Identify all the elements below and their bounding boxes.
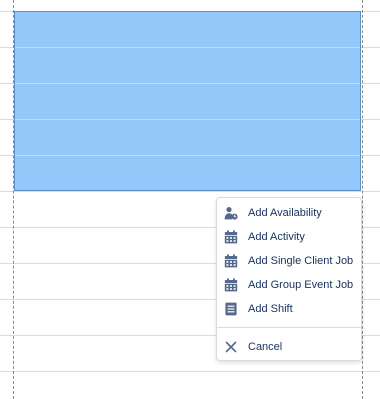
add-activity-menu-item[interactable]: Add Activity [217,226,361,249]
user-clock-icon [224,206,238,220]
cancel-menu-item[interactable]: Cancel [217,336,361,359]
selection-slot-line [15,47,360,48]
calendar-icon [224,230,238,244]
note-icon [224,302,238,316]
time-selection[interactable] [14,11,361,191]
selection-slot-line [15,119,360,120]
menu-item-label: Add Availability [248,207,322,219]
context-menu: Add Availability Add Activity Add Single… [216,197,362,361]
menu-item-label: Add Activity [248,231,305,243]
add-availability-menu-item[interactable]: Add Availability [217,202,361,225]
calendar-icon [224,278,238,292]
menu-item-label: Add Group Event Job [248,279,354,291]
grid-line [0,371,380,372]
selection-slot-line [15,83,360,84]
selection-slot-line [15,155,360,156]
menu-divider [217,327,361,328]
add-single-client-job-menu-item[interactable]: Add Single Client Job [217,250,361,273]
column-boundary [362,0,363,399]
menu-item-label: Add Shift [248,303,293,315]
calendar-icon [224,254,238,268]
grid-line [0,191,380,192]
add-group-event-job-menu-item[interactable]: Add Group Event Job [217,274,361,297]
menu-item-label: Cancel [248,341,283,353]
menu-item-label: Add Single Client Job [248,255,354,267]
add-shift-menu-item[interactable]: Add Shift [217,298,361,321]
close-icon [224,340,238,354]
